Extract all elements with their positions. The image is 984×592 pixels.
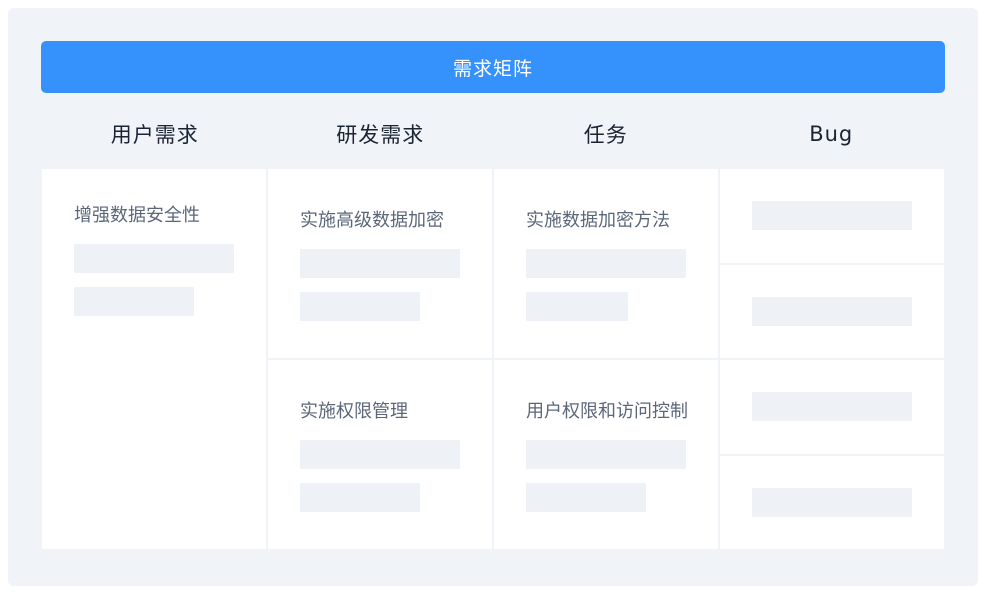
bug-card[interactable] — [720, 360, 944, 454]
placeholder-bar — [526, 249, 686, 278]
placeholder-bar — [526, 292, 628, 321]
matrix-title: 需求矩阵 — [452, 57, 533, 80]
matrix-grid: 增强数据安全性 实施高级数据加密 实施权限管理 实施数据加密方法 用户权限和访问… — [42, 169, 944, 549]
user-requirement-card[interactable]: 增强数据安全性 — [42, 169, 266, 549]
card-title: 实施权限管理 — [300, 401, 408, 422]
bugs-column — [720, 169, 944, 549]
placeholder-bar — [526, 440, 686, 469]
placeholder-bar — [752, 487, 912, 517]
placeholder-bar — [300, 483, 420, 512]
user-requirements-column: 增强数据安全性 — [42, 169, 266, 549]
dev-requirement-card[interactable]: 实施高级数据加密 — [268, 169, 492, 358]
placeholder-bar — [752, 392, 912, 421]
matrix-title-banner: 需求矩阵 — [41, 41, 945, 93]
placeholder-bar — [300, 440, 460, 469]
column-header-dev-requirements: 研发需求 — [336, 123, 425, 147]
bug-card[interactable] — [720, 264, 944, 358]
column-header-user-requirements: 用户需求 — [110, 123, 199, 147]
bug-card[interactable] — [720, 455, 944, 549]
placeholder-bar — [300, 249, 460, 278]
task-card[interactable]: 实施数据加密方法 — [494, 169, 718, 358]
card-title: 实施数据加密方法 — [526, 210, 670, 231]
placeholder-bar — [752, 296, 912, 326]
tasks-column: 实施数据加密方法 用户权限和访问控制 — [494, 169, 718, 549]
placeholder-bar — [74, 244, 234, 273]
placeholder-bar — [74, 287, 194, 316]
column-headers: 用户需求 研发需求 任务 Bug — [42, 112, 944, 156]
bug-card[interactable] — [720, 169, 944, 263]
column-header-bugs: Bug — [809, 122, 854, 146]
card-title: 用户权限和访问控制 — [526, 401, 688, 422]
requirement-matrix-panel: 需求矩阵 用户需求 研发需求 任务 Bug 增强数据安全性 实施高级数据加密 实… — [8, 8, 978, 586]
placeholder-bar — [300, 292, 420, 321]
dev-requirements-column: 实施高级数据加密 实施权限管理 — [268, 169, 492, 549]
placeholder-bar — [752, 201, 912, 230]
card-title: 实施高级数据加密 — [300, 210, 444, 231]
column-header-tasks: 任务 — [583, 123, 628, 147]
placeholder-bar — [526, 483, 646, 512]
task-card[interactable]: 用户权限和访问控制 — [494, 360, 718, 549]
card-title: 增强数据安全性 — [74, 205, 200, 226]
dev-requirement-card[interactable]: 实施权限管理 — [268, 360, 492, 549]
